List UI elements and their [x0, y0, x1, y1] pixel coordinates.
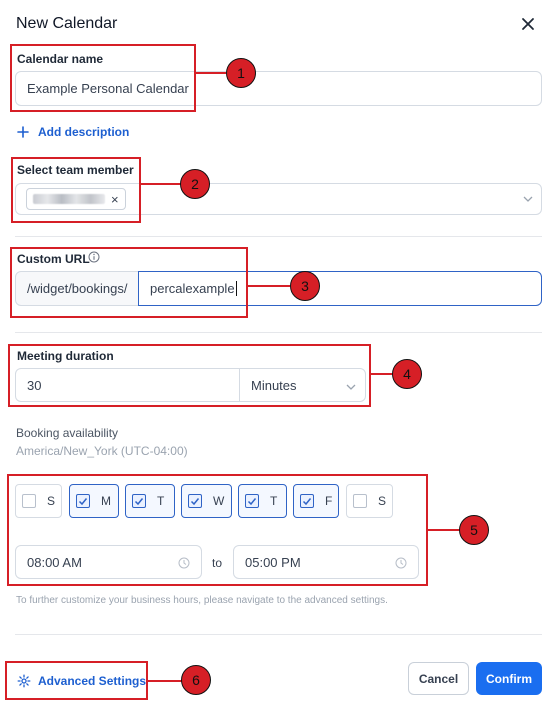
annotation-badge-5: 5	[459, 515, 489, 545]
section-divider	[15, 332, 542, 333]
annotation-box-2	[11, 157, 141, 223]
advanced-settings-hint: To further customize your business hours…	[16, 595, 388, 606]
confirm-button[interactable]: Confirm	[476, 662, 542, 695]
annotation-connector-3	[248, 285, 290, 287]
dialog-title: New Calendar	[16, 15, 118, 32]
annotation-box-6	[5, 661, 148, 700]
annotation-badge-3: 3	[290, 271, 320, 301]
annotation-box-1	[10, 44, 196, 112]
annotation-box-4	[8, 344, 371, 407]
add-description-label: Add description	[38, 125, 130, 139]
annotation-box-3	[10, 247, 248, 318]
cancel-button[interactable]: Cancel	[408, 662, 469, 695]
plus-icon	[17, 126, 29, 138]
annotation-badge-4: 4	[392, 359, 422, 389]
annotation-box-5	[7, 474, 428, 586]
annotation-connector-5	[428, 529, 460, 531]
section-divider	[15, 236, 542, 237]
chevron-down-icon[interactable]	[523, 196, 533, 203]
annotation-connector-2	[141, 183, 181, 185]
add-description-link[interactable]: Add description	[16, 125, 129, 139]
annotation-connector-4	[371, 373, 393, 375]
booking-availability-title: Booking availability	[16, 426, 119, 440]
annotation-badge-1: 1	[226, 58, 256, 88]
section-divider	[15, 634, 542, 635]
annotation-connector-6	[148, 680, 182, 682]
annotation-connector-1	[196, 72, 226, 74]
annotation-badge-6: 6	[181, 665, 211, 695]
close-icon[interactable]	[519, 15, 537, 33]
annotation-badge-2: 2	[180, 169, 210, 199]
booking-timezone: America/New_York (UTC-04:00)	[16, 444, 188, 458]
